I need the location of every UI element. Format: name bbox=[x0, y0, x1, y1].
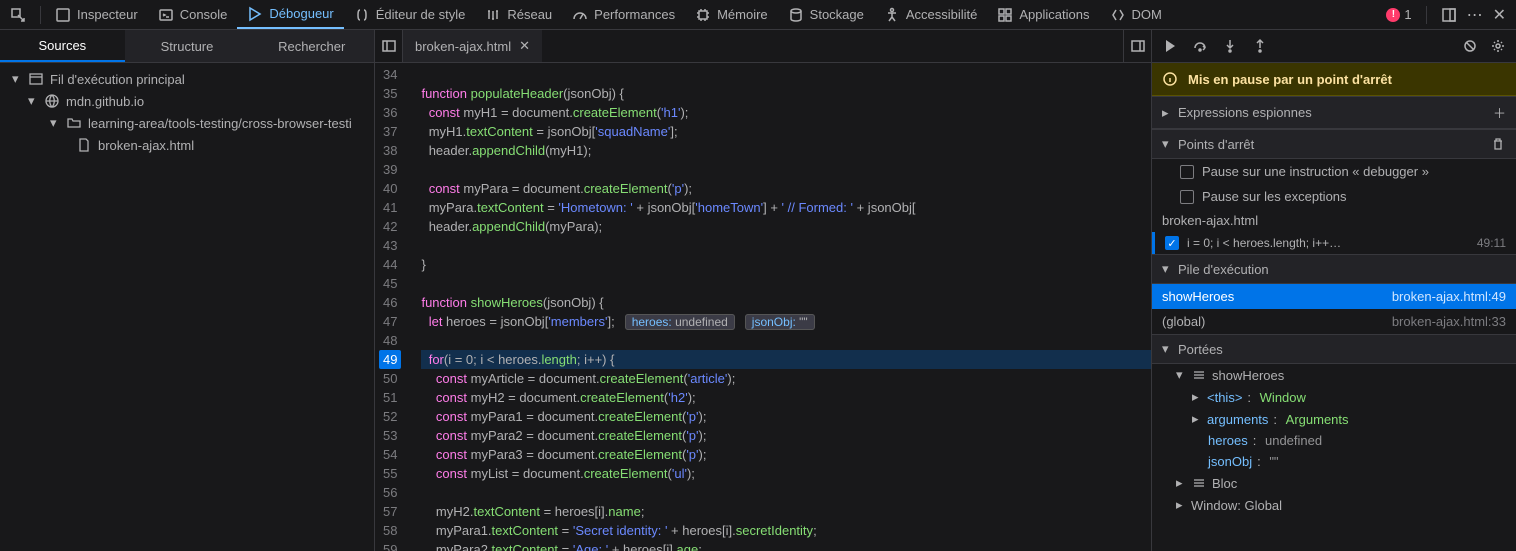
sources-tab[interactable]: Sources bbox=[0, 30, 125, 62]
stack-frame[interactable]: showHeroesbroken-ajax.html:49 bbox=[1152, 284, 1516, 309]
info-icon bbox=[1162, 71, 1178, 87]
breakpoint-file-label: broken-ajax.html bbox=[1152, 209, 1516, 232]
tab-memory[interactable]: Mémoire bbox=[685, 0, 778, 29]
globe-icon bbox=[44, 93, 60, 109]
scope-icon bbox=[1191, 367, 1207, 383]
editor-panel: broken-ajax.html✕ 3435363738394041424344… bbox=[375, 30, 1151, 551]
scope-var[interactable]: ▸<this>: Window bbox=[1152, 386, 1516, 408]
resume-button[interactable] bbox=[1162, 38, 1178, 54]
callstack-header[interactable]: ▾Pile d'exécution bbox=[1152, 254, 1516, 284]
step-over-button[interactable] bbox=[1192, 38, 1208, 54]
debugger-settings-button[interactable] bbox=[1490, 38, 1506, 54]
file-icon bbox=[76, 137, 92, 153]
tab-performance[interactable]: Performances bbox=[562, 0, 685, 29]
scope-window[interactable]: ▸Window: Global bbox=[1152, 494, 1516, 516]
pause-on-debugger-checkbox[interactable]: Pause sur une instruction « debugger » bbox=[1152, 159, 1516, 184]
scope-icon bbox=[1191, 475, 1207, 491]
scopes-header[interactable]: ▾Portées bbox=[1152, 334, 1516, 364]
step-out-button[interactable] bbox=[1252, 38, 1268, 54]
pick-element-button[interactable] bbox=[0, 0, 36, 29]
code-editor[interactable]: 3435363738394041424344454647484950515253… bbox=[375, 63, 1151, 551]
host-row[interactable]: ▾mdn.github.io bbox=[0, 90, 374, 112]
watch-header[interactable]: ▸Expressions espionnes＋ bbox=[1152, 96, 1516, 129]
pause-on-exceptions-checkbox[interactable]: Pause sur les exceptions bbox=[1152, 184, 1516, 209]
tab-dom[interactable]: DOM bbox=[1100, 0, 1172, 29]
breakpoints-header[interactable]: ▾Points d'arrêt bbox=[1152, 129, 1516, 159]
dock-side-icon[interactable] bbox=[1441, 7, 1457, 23]
scope-var: jsonObj: "" bbox=[1152, 451, 1516, 472]
window-icon bbox=[28, 71, 44, 87]
thread-row[interactable]: ▾Fil d'exécution principal bbox=[0, 68, 374, 90]
close-tab-icon[interactable]: ✕ bbox=[519, 38, 530, 54]
breakpoint-entry[interactable]: ✓i = 0; i < heroes.length; i++…49:11 bbox=[1152, 232, 1516, 254]
file-row[interactable]: broken-ajax.html bbox=[0, 134, 374, 156]
stack-frame[interactable]: (global)broken-ajax.html:33 bbox=[1152, 309, 1516, 334]
tab-storage[interactable]: Stockage bbox=[778, 0, 874, 29]
more-icon[interactable]: ⋯ bbox=[1467, 5, 1483, 25]
pause-banner: Mis en pause par un point d'arrêt bbox=[1152, 63, 1516, 96]
toggle-right-sidebar-button[interactable] bbox=[1123, 30, 1151, 62]
tab-application[interactable]: Applications bbox=[987, 0, 1099, 29]
sources-panel: Sources Structure Rechercher ▾Fil d'exéc… bbox=[0, 30, 375, 551]
tab-accessibility[interactable]: Accessibilité bbox=[874, 0, 988, 29]
toggle-sidebar-button[interactable] bbox=[375, 30, 403, 62]
tab-style-editor[interactable]: Éditeur de style bbox=[344, 0, 476, 29]
delete-breakpoints-button[interactable] bbox=[1490, 136, 1506, 152]
tab-debugger[interactable]: Débogueur bbox=[237, 0, 343, 29]
scope-var: heroes: undefined bbox=[1152, 430, 1516, 451]
disable-breakpoints-button[interactable] bbox=[1462, 38, 1478, 54]
folder-icon bbox=[66, 115, 82, 131]
folder-row[interactable]: ▾learning-area/tools-testing/cross-brows… bbox=[0, 112, 374, 134]
outline-tab[interactable]: Structure bbox=[125, 30, 250, 62]
error-indicator[interactable]: !1 bbox=[1386, 7, 1411, 22]
tab-inspector[interactable]: Inspecteur bbox=[45, 0, 148, 29]
tab-console[interactable]: Console bbox=[148, 0, 238, 29]
scope-var[interactable]: ▸arguments: Arguments bbox=[1152, 408, 1516, 430]
devtools-toolbar: Inspecteur Console Débogueur Éditeur de … bbox=[0, 0, 1516, 30]
step-in-button[interactable] bbox=[1222, 38, 1238, 54]
close-icon[interactable]: ✕ bbox=[1493, 5, 1506, 25]
debugger-panel: Mis en pause par un point d'arrêt ▸Expre… bbox=[1151, 30, 1516, 551]
file-tab[interactable]: broken-ajax.html✕ bbox=[403, 30, 542, 62]
tab-network[interactable]: Réseau bbox=[475, 0, 562, 29]
scope-block[interactable]: ▸Bloc bbox=[1152, 472, 1516, 494]
search-tab[interactable]: Rechercher bbox=[249, 30, 374, 62]
scope-function[interactable]: ▾showHeroes bbox=[1152, 364, 1516, 386]
add-watch-button[interactable]: ＋ bbox=[1493, 103, 1506, 122]
